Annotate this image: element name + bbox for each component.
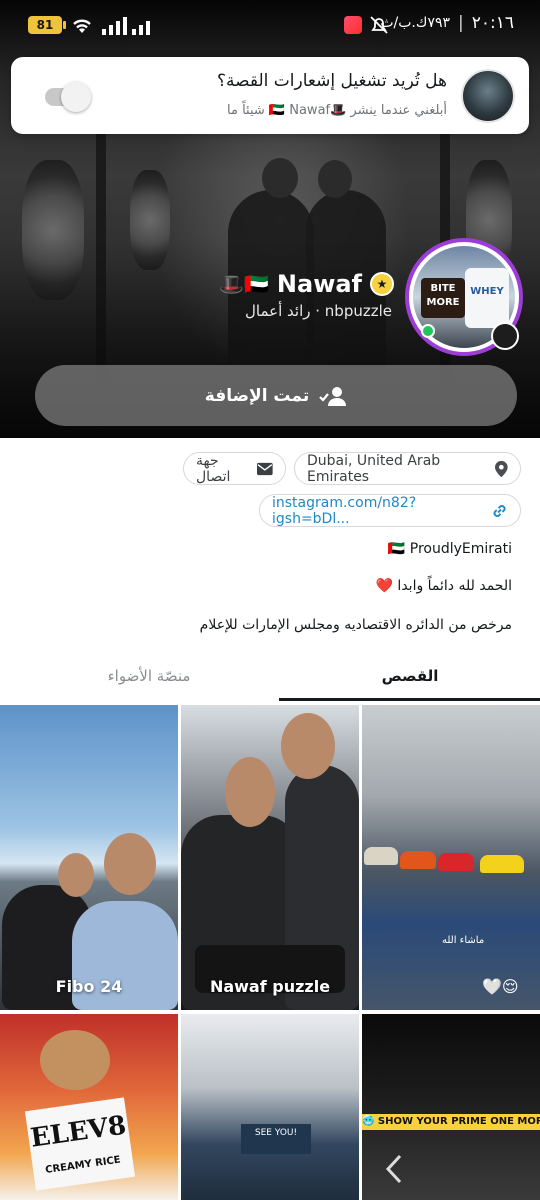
added-button-label: تمت الإضافة — [204, 385, 310, 406]
story-tile[interactable]: Fibo 24 — [0, 705, 178, 1010]
app-notification-icon — [344, 16, 362, 34]
location-pin-icon — [495, 460, 508, 477]
contact-chip[interactable]: جهة اتصال — [183, 452, 286, 485]
avatar[interactable] — [461, 69, 515, 123]
product-package: ELEV8 CREAMY RICE — [24, 1097, 136, 1191]
battery-icon: 81 — [28, 16, 66, 34]
display-name: Nawaf — [276, 270, 362, 298]
status-bar: 81 ٢٠:١٦ | ٧٩٣ك.ب/ث — [0, 0, 540, 48]
contact-text: جهة اتصال — [196, 452, 231, 485]
chevron-left-icon — [385, 1154, 402, 1184]
prompt-title: هل تُريد تشغيل إشعارات القصة؟ — [217, 71, 447, 91]
star-badge-icon: ★ — [370, 272, 394, 296]
story-notification-toggle[interactable] — [45, 82, 91, 112]
story-tile[interactable]: Nawaf puzzle — [181, 705, 359, 1010]
product-image: BITE MORE — [421, 278, 465, 318]
location-chip[interactable]: Dubai, United Arab Emirates — [294, 452, 521, 485]
story-tile[interactable]: ماشاء الله 🤍😌 — [362, 705, 540, 1010]
profile-name-row: 🎩🇦🇪 Nawaf ★ — [219, 270, 394, 298]
profile-tabs: منصّة الأضواء القصص — [0, 655, 540, 703]
name-emojis: 🎩🇦🇪 — [219, 272, 269, 296]
event-screen: SEE YOU! — [241, 1124, 311, 1154]
user-added-icon — [319, 386, 347, 406]
link-icon — [493, 504, 506, 517]
story-avatar[interactable]: BITE MORE WHEY — [405, 238, 523, 356]
website-link-chip[interactable]: instagram.com/n82?igsh=bDl... — [259, 494, 521, 527]
tab-stories[interactable]: القصص — [279, 655, 540, 701]
product-image: WHEY — [465, 268, 509, 328]
bio-line: الحمد لله دائماً وابدا ❤️ — [375, 578, 512, 594]
story-caption: Fibo 24 — [55, 977, 123, 996]
story-tile[interactable]: ELEV8 CREAMY RICE — [0, 1014, 178, 1200]
tab-spotlight[interactable]: منصّة الأضواء — [18, 655, 280, 701]
bio-line: مرخص من الدائره الاقتصاديه ومجلس الإمارا… — [199, 617, 512, 633]
clock: ٢٠:١٦ — [471, 13, 514, 33]
story-tile[interactable]: 🥶 SHOW YOUR PRIME ONE MORE TIME 2026 🥶 — [362, 1014, 540, 1200]
story-caption: Nawaf puzzle — [209, 977, 331, 996]
mail-icon — [257, 462, 273, 475]
added-friend-button[interactable]: تمت الإضافة — [35, 365, 517, 426]
network-speed: ٧٩٣ك.ب/ث — [380, 15, 450, 31]
wifi-icon — [73, 19, 91, 33]
bio-line: 🇦🇪 ProudlyEmirati — [387, 541, 512, 557]
story-tile[interactable]: SEE YOU! — [181, 1014, 359, 1200]
story-banner: 🥶 SHOW YOUR PRIME ONE MORE TIME 2026 🥶 — [362, 1114, 540, 1130]
signal-icon — [102, 17, 150, 35]
profile-subtitle: nbpuzzle · رائد أعمال — [245, 302, 392, 320]
mini-avatar — [491, 322, 519, 350]
story-emoji: 🤍😌 — [482, 977, 519, 996]
stories-grid: Fibo 24 Nawaf puzzle ماشاء الله 🤍😌 ELEV8… — [0, 705, 540, 1200]
location-text: Dubai, United Arab Emirates — [307, 452, 441, 485]
prompt-subtitle: أبلغني عندما ينشر 🎩🇦🇪 Nawaf شيئاً ما — [227, 103, 447, 118]
product-brand: ELEV8 — [28, 1110, 129, 1154]
website-link[interactable]: instagram.com/n82?igsh=bDl... — [272, 495, 483, 527]
story-overlay-text: ماشاء الله — [442, 935, 485, 946]
online-status-dot — [421, 324, 435, 338]
product-subtitle: CREAMY RICE — [44, 1154, 122, 1177]
